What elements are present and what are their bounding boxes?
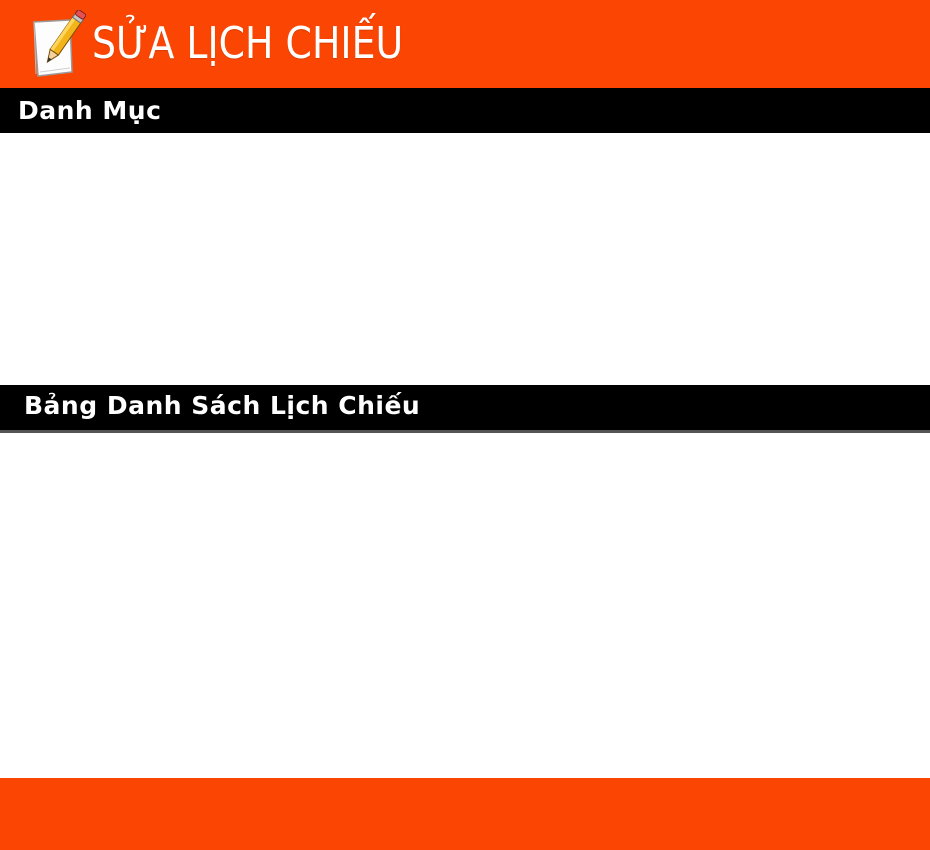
schedule-table-panel — [0, 433, 930, 778]
page-footer — [0, 778, 930, 850]
schedule-table-section-header: Bảng Danh Sách Lịch Chiếu — [0, 385, 930, 433]
page-title: SỬA LỊCH CHIẾU — [92, 18, 404, 69]
category-section-header: Danh Mục — [0, 88, 930, 133]
category-panel — [0, 133, 930, 385]
edit-schedule-page: SỬA LỊCH CHIẾU Danh Mục Bảng Danh Sách L… — [0, 0, 930, 850]
edit-pencil-icon — [30, 9, 87, 78]
page-header: SỬA LỊCH CHIẾU — [0, 0, 930, 88]
